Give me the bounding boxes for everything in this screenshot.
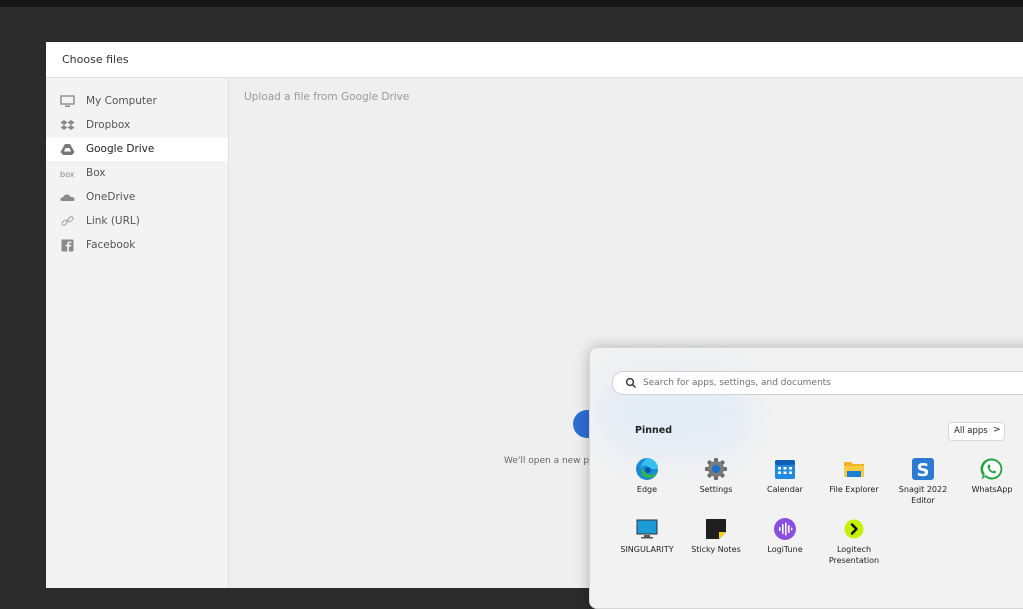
svg-text:box: box [60, 170, 75, 179]
edge-icon [636, 458, 658, 480]
link-icon [61, 216, 74, 226]
dialog-header: Choose files [46, 42, 1023, 78]
pinned-app-edge[interactable]: Edge [613, 457, 681, 515]
app-label: File Explorer [829, 485, 879, 494]
sidebar-item-label: My Computer [86, 95, 157, 107]
all-apps-button[interactable]: All apps > [948, 422, 1005, 441]
svg-text:S: S [917, 460, 930, 481]
onedrive-icon [60, 194, 75, 201]
sidebar-item-onedrive[interactable]: OneDrive [46, 186, 228, 209]
sidebar-item-facebook[interactable]: Facebook [46, 234, 228, 257]
pinned-app-whatsapp[interactable]: WhatsApp [958, 457, 1023, 515]
all-apps-label: All apps [954, 426, 988, 436]
sidebar-item-google-drive[interactable]: Google Drive [46, 138, 228, 161]
sidebar-item-box[interactable]: box Box [46, 162, 228, 185]
pinned-app-sticky-notes[interactable]: Sticky Notes [682, 517, 750, 575]
logitech-presentation-icon [844, 519, 864, 539]
app-label: Settings [699, 485, 733, 494]
pinned-heading: Pinned [635, 425, 672, 436]
open-new-page-note: We'll open a new pa [504, 456, 595, 466]
monitor-icon [60, 95, 75, 107]
app-label: Logitech Presentation [828, 545, 880, 565]
app-label: LogiTune [767, 545, 803, 554]
calendar-icon [775, 460, 795, 479]
facebook-icon [61, 239, 74, 252]
whatsapp-icon [980, 458, 1003, 480]
app-label: Sticky Notes [691, 545, 741, 554]
sidebar-item-my-computer[interactable]: My Computer [46, 90, 228, 113]
sidebar-item-label: Facebook [86, 239, 136, 251]
pinned-app-logitech-presentation[interactable]: Logitech Presentation [820, 517, 888, 575]
settings-gear-icon [705, 458, 727, 480]
pinned-app-singularity[interactable]: SINGULARITY [613, 517, 681, 575]
chevron-right-icon: > [993, 425, 1001, 435]
sidebar-item-label: Dropbox [86, 119, 131, 131]
box-icon: box [60, 170, 75, 179]
app-label: SINGULARITY [620, 545, 674, 554]
pinned-app-calendar[interactable]: Calendar [751, 457, 819, 515]
pinned-app-snagit[interactable]: S Snagit 2022 Editor [889, 457, 957, 515]
content-title: Upload a file from Google Drive [244, 91, 410, 103]
app-label: WhatsApp [971, 485, 1013, 494]
search-input[interactable] [643, 375, 1013, 391]
dialog-title: Choose files [62, 53, 129, 66]
sidebar-item-label: Google Drive [86, 143, 155, 155]
pinned-app-file-explorer[interactable]: File Explorer [820, 457, 888, 515]
sidebar-item-label: OneDrive [86, 191, 136, 203]
sidebar-item-link-url[interactable]: Link (URL) [46, 210, 228, 233]
app-label: Snagit 2022 Editor [898, 485, 948, 505]
folder-icon [844, 462, 864, 477]
monitor-app-icon [636, 519, 658, 539]
top-bar [0, 0, 1023, 7]
snagit-icon: S [912, 458, 934, 481]
sidebar-item-label: Link (URL) [86, 215, 140, 227]
start-menu: Pinned All apps > Edge Settings Calendar… [589, 347, 1023, 609]
app-label: Calendar [767, 485, 803, 494]
pinned-app-logitune[interactable]: LogiTune [751, 517, 819, 575]
source-sidebar: My Computer Dropbox Google Drive box Box… [46, 78, 229, 588]
sticky-notes-icon [706, 519, 726, 539]
app-label: Edge [636, 485, 658, 494]
search-icon [625, 377, 637, 389]
dropbox-icon [60, 120, 75, 130]
sidebar-item-dropbox[interactable]: Dropbox [46, 114, 228, 137]
sidebar-item-label: Box [86, 167, 106, 179]
pinned-app-settings[interactable]: Settings [682, 457, 750, 515]
start-search-box[interactable] [612, 371, 1023, 395]
google-drive-icon [60, 144, 75, 155]
logitune-icon [774, 518, 796, 540]
